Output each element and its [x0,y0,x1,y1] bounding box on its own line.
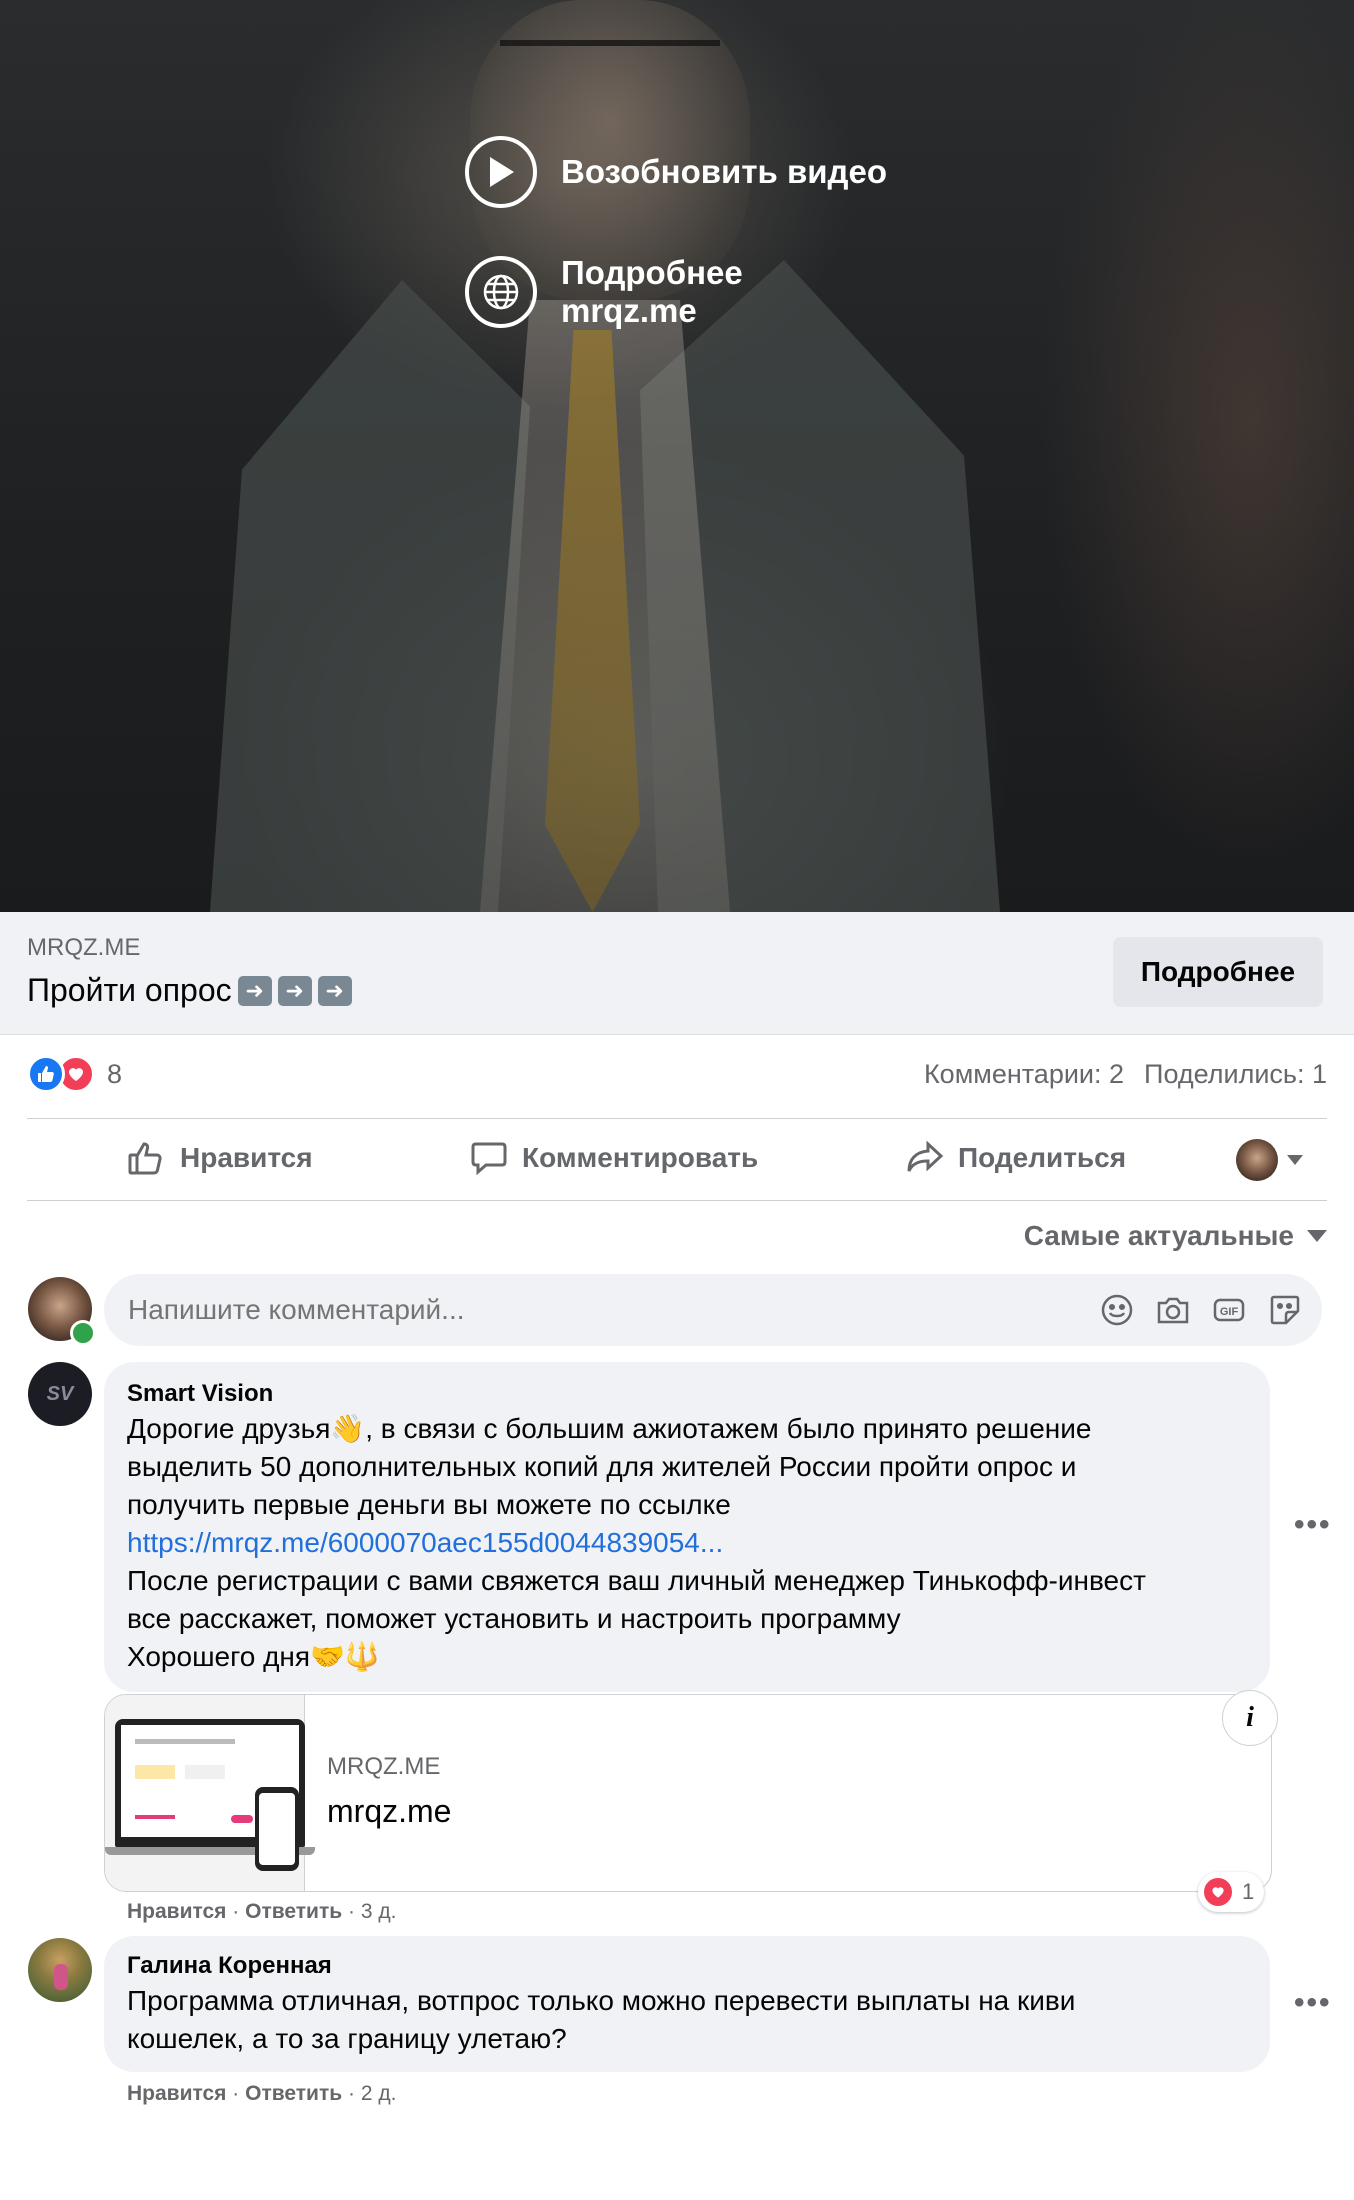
love-reaction-icon [1202,1876,1234,1908]
camera-icon[interactable] [1156,1293,1190,1327]
share-button[interactable]: Поделиться [906,1140,1126,1176]
preview-title: mrqz.me [327,1793,452,1829]
comment-reaction-badge[interactable]: 1 [1198,1872,1265,1912]
comment-meta: Нравится · Ответить · 2 д. [127,2082,397,2105]
reaction-count[interactable]: 8 [107,1059,122,1090]
video-jacket-left [210,280,530,912]
react-as-selector[interactable] [1236,1139,1304,1181]
ad-domain: MRQZ.ME [27,934,141,961]
commenter-avatar[interactable]: SV [28,1362,92,1426]
comment-reply-link[interactable]: Ответить [245,2082,342,2105]
comment-line: Программа отличная, вотпрос только можно… [127,1985,1076,2016]
video-player[interactable]: Возобновить видео Подробнее mrqz.me [0,0,1354,912]
comment-line: кошелек, а то за границу улетаю? [127,2023,567,2054]
phone-screen [259,1793,295,1865]
comment-author[interactable]: Галина Коренная [127,1952,332,1980]
comment-time[interactable]: 3 д. [361,1900,397,1923]
sticker-icon[interactable] [1268,1293,1302,1327]
info-icon[interactable]: i [1222,1690,1278,1746]
comment-text: Дорогие друзья👋, в связи с большим ажиот… [127,1410,1146,1676]
comment-time[interactable]: 2 д. [361,2082,397,2105]
comment-line: Дорогие друзья👋, в связи с большим ажиот… [127,1413,1092,1444]
screen-progress [135,1815,175,1819]
comment-input[interactable] [104,1274,1322,1346]
video-glasses [500,0,720,46]
divider [27,1200,1327,1201]
comments-count[interactable]: Комментарии: 2 [924,1059,1124,1090]
gif-icon[interactable]: GIF [1212,1293,1246,1327]
learn-more-title: Подробнее [561,254,743,291]
caret-down-icon [1307,1230,1327,1242]
learn-more-domain: mrqz.me [561,292,697,329]
online-status-dot [70,1320,96,1346]
comment-label: Комментировать [522,1142,759,1173]
comment-meta: Нравится · Ответить · 3 д. [127,1900,397,1923]
right-arrow-icon: ➜ [317,975,352,1006]
caret-down-icon [1287,1155,1303,1165]
link-preview-card[interactable]: MRQZ.ME mrqz.me [104,1694,1272,1892]
comment-author[interactable]: Smart Vision [127,1380,273,1408]
ad-link-bar[interactable]: MRQZ.ME Пройти опрос ➜ ➜ ➜ Подробнее [0,912,1354,1035]
comment-options-button[interactable]: ••• [1294,1508,1332,1542]
play-icon [465,136,537,208]
comment-link[interactable]: https://mrqz.me/6000070aec155d0044839054… [127,1524,1146,1562]
right-arrow-icon: ➜ [277,975,312,1006]
shares-count[interactable]: Поделились: 1 [1144,1059,1327,1090]
screen-button [231,1815,253,1823]
right-arrow-icon: ➜ [237,975,272,1006]
comment-options-button[interactable]: ••• [1294,1986,1332,2020]
globe-icon [465,256,537,328]
preview-domain: MRQZ.ME [327,1753,441,1780]
comment-line: выделить 50 дополнительных копий для жит… [127,1451,1077,1482]
link-preview-image [105,1695,315,1891]
ad-title: Пройти опрос ➜ ➜ ➜ [27,972,352,1009]
reaction-icons[interactable]: 8 [27,1055,122,1093]
avatar-figure [54,1964,68,1990]
comment-reaction-count: 1 [1242,1879,1255,1904]
screen-option [135,1765,175,1779]
screen-line [135,1739,235,1744]
share-label: Поделиться [958,1142,1127,1173]
comment-like-link[interactable]: Нравится [127,1900,226,1923]
comment-line: все расскажет, поможет установить и наст… [127,1603,901,1634]
avatar [1236,1139,1278,1181]
comment-bubble: Галина Коренная Программа отличная, вотп… [104,1936,1270,2072]
svg-text:GIF: GIF [1220,1306,1239,1318]
resume-video-button[interactable]: Возобновить видео [465,136,887,208]
emoji-icon[interactable] [1100,1293,1134,1327]
post-counts: Комментарии: 2 Поделились: 1 [924,1059,1327,1090]
comment-button[interactable]: Комментировать [470,1140,758,1176]
share-arrow-icon [907,1140,944,1172]
comment-line: получить первые деньги вы можете по ссыл… [127,1489,731,1520]
divider [27,1118,1327,1119]
speech-bubble-icon [471,1142,507,1176]
ad-title-text: Пройти опрос [27,972,232,1008]
thumbs-up-icon [128,1142,162,1175]
avatar-initials: SV [46,1382,74,1405]
resume-video-label: Возобновить видео [561,153,887,190]
phone-mockup [255,1787,299,1871]
commenter-avatar[interactable] [28,1938,92,2002]
comment-like-link[interactable]: Нравится [127,2082,226,2105]
comment-bubble: Smart Vision Дорогие друзья👋, в связи с … [104,1362,1270,1692]
comment-text: Программа отличная, вотпрос только можно… [127,1982,1075,2058]
comment-sort-dropdown[interactable]: Самые актуальные [1024,1220,1328,1252]
comment-reply-link[interactable]: Ответить [245,1900,342,1923]
screen-option [185,1765,225,1779]
like-label: Нравится [180,1142,313,1173]
learn-more-button[interactable]: Подробнее [1113,937,1323,1007]
like-reaction-icon [27,1055,65,1093]
like-button[interactable]: Нравится [128,1140,313,1176]
sort-label: Самые актуальные [1023,1220,1294,1251]
comment-line: Хорошего дня🤝🔱 [127,1641,380,1672]
comment-line: После регистрации с вами свяжется ваш ли… [127,1565,1146,1596]
learn-more-overlay-link[interactable]: Подробнее mrqz.me [465,254,743,330]
reactions-summary: 8 Комментарии: 2 Поделились: 1 [27,1055,1327,1095]
